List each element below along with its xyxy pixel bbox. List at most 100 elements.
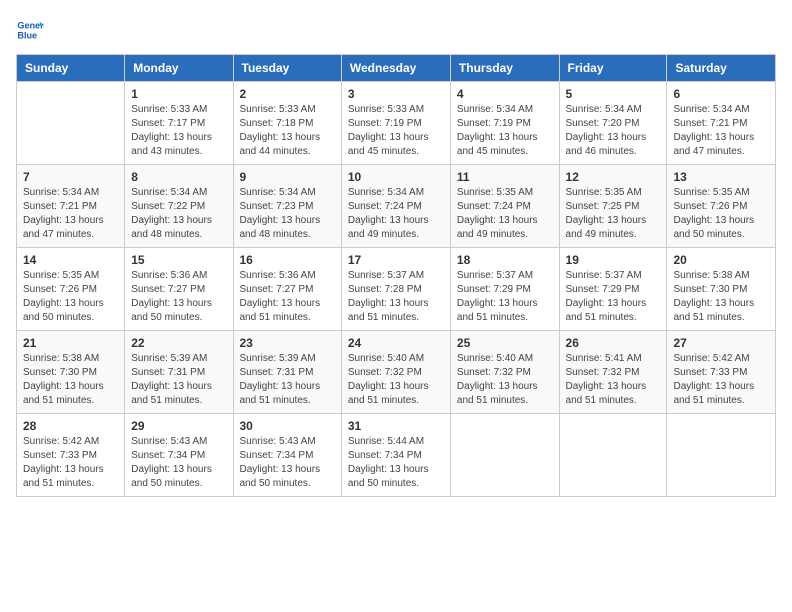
day-number: 17 [348, 253, 444, 267]
calendar-table: SundayMondayTuesdayWednesdayThursdayFrid… [16, 54, 776, 497]
calendar-cell: 14 Sunrise: 5:35 AM Sunset: 7:26 PM Dayli… [17, 248, 125, 331]
day-number: 26 [566, 336, 661, 350]
day-number: 7 [23, 170, 118, 184]
calendar-cell: 27Sunrise: 5:42 AM Sunset: 7:33 PM Dayli… [667, 331, 776, 414]
day-info: Sunrise: 5:43 AM Sunset: 7:34 PM Dayligh… [240, 435, 335, 491]
day-info: Sunrise: 5:34 AM Sunset: 7:21 PM Dayligh… [673, 103, 769, 159]
calendar-cell: 30 Sunrise: 5:43 AM Sunset: 7:34 PM Dayli… [233, 414, 341, 497]
day-number: 21 [23, 336, 118, 350]
calendar-cell: 31 Sunrise: 5:44 AM Sunset: 7:34 PM Dayli… [341, 414, 450, 497]
day-info: Sunrise: 5:34 AM Sunset: 7:19 PM Dayligh… [457, 103, 553, 159]
calendar-cell: 29 Sunrise: 5:43 AM Sunset: 7:34 PM Dayli… [125, 414, 233, 497]
calendar-cell: 4 Sunrise: 5:34 AM Sunset: 7:19 PM Daylig… [450, 82, 559, 165]
day-number: 2 [240, 87, 335, 101]
header-cell-saturday: Saturday [667, 55, 776, 82]
logo: General Blue [16, 16, 48, 44]
calendar-cell: 15 Sunrise: 5:36 AM Sunset: 7:27 PM Dayli… [125, 248, 233, 331]
calendar-cell: 28 Sunrise: 5:42 AM Sunset: 7:33 PM Dayli… [17, 414, 125, 497]
day-number: 8 [131, 170, 226, 184]
svg-text:Blue: Blue [17, 30, 37, 40]
calendar-cell: 12 Sunrise: 5:35 AM Sunset: 7:25 PM Dayli… [559, 165, 667, 248]
day-number: 29 [131, 419, 226, 433]
day-info: Sunrise: 5:33 AM Sunset: 7:17 PM Dayligh… [131, 103, 226, 159]
calendar-cell: 1 Sunrise: 5:33 AM Sunset: 7:17 PM Daylig… [125, 82, 233, 165]
header: General Blue [16, 16, 776, 44]
day-number: 20 [673, 253, 769, 267]
day-number: 9 [240, 170, 335, 184]
calendar-cell: 24Sunrise: 5:40 AM Sunset: 7:32 PM Dayli… [341, 331, 450, 414]
day-info: Sunrise: 5:36 AM Sunset: 7:27 PM Dayligh… [131, 269, 226, 325]
header-cell-monday: Monday [125, 55, 233, 82]
day-number: 23 [240, 336, 335, 350]
day-number: 30 [240, 419, 335, 433]
day-info: Sunrise: 5:38 AM Sunset: 7:30 PM Dayligh… [23, 352, 118, 408]
day-info: Sunrise: 5:39 AM Sunset: 7:31 PM Dayligh… [131, 352, 226, 408]
day-info: Sunrise: 5:33 AM Sunset: 7:18 PM Dayligh… [240, 103, 335, 159]
calendar-cell: 3 Sunrise: 5:33 AM Sunset: 7:19 PM Daylig… [341, 82, 450, 165]
day-info: Sunrise: 5:44 AM Sunset: 7:34 PM Dayligh… [348, 435, 444, 491]
day-info: Sunrise: 5:37 AM Sunset: 7:28 PM Dayligh… [348, 269, 444, 325]
day-info: Sunrise: 5:34 AM Sunset: 7:22 PM Dayligh… [131, 186, 226, 242]
calendar-cell: 23Sunrise: 5:39 AM Sunset: 7:31 PM Dayli… [233, 331, 341, 414]
day-info: Sunrise: 5:34 AM Sunset: 7:21 PM Dayligh… [23, 186, 118, 242]
day-number: 4 [457, 87, 553, 101]
day-info: Sunrise: 5:36 AM Sunset: 7:27 PM Dayligh… [240, 269, 335, 325]
calendar-cell [450, 414, 559, 497]
day-info: Sunrise: 5:42 AM Sunset: 7:33 PM Dayligh… [23, 435, 118, 491]
calendar-cell: 22 Sunrise: 5:39 AM Sunset: 7:31 PM Dayli… [125, 331, 233, 414]
day-number: 22 [131, 336, 226, 350]
day-info: Sunrise: 5:35 AM Sunset: 7:25 PM Dayligh… [566, 186, 661, 242]
day-info: Sunrise: 5:37 AM Sunset: 7:29 PM Dayligh… [566, 269, 661, 325]
calendar-cell: 25 Sunrise: 5:40 AM Sunset: 7:32 PM Dayli… [450, 331, 559, 414]
header-cell-sunday: Sunday [17, 55, 125, 82]
day-info: Sunrise: 5:35 AM Sunset: 7:26 PM Dayligh… [673, 186, 769, 242]
day-number: 25 [457, 336, 553, 350]
day-number: 28 [23, 419, 118, 433]
day-info: Sunrise: 5:34 AM Sunset: 7:20 PM Dayligh… [566, 103, 661, 159]
day-info: Sunrise: 5:38 AM Sunset: 7:30 PM Dayligh… [673, 269, 769, 325]
day-info: Sunrise: 5:33 AM Sunset: 7:19 PM Dayligh… [348, 103, 444, 159]
day-info: Sunrise: 5:41 AM Sunset: 7:32 PM Dayligh… [566, 352, 661, 408]
calendar-week-3: 21 Sunrise: 5:38 AM Sunset: 7:30 PM Dayli… [17, 331, 776, 414]
day-number: 15 [131, 253, 226, 267]
day-info: Sunrise: 5:34 AM Sunset: 7:24 PM Dayligh… [348, 186, 444, 242]
calendar-cell: 17 Sunrise: 5:37 AM Sunset: 7:28 PM Dayli… [341, 248, 450, 331]
day-number: 31 [348, 419, 444, 433]
day-number: 13 [673, 170, 769, 184]
day-number: 5 [566, 87, 661, 101]
calendar-cell [17, 82, 125, 165]
day-number: 1 [131, 87, 226, 101]
calendar-week-1: 7 Sunrise: 5:34 AM Sunset: 7:21 PM Daylig… [17, 165, 776, 248]
calendar-cell [559, 414, 667, 497]
day-info: Sunrise: 5:40 AM Sunset: 7:32 PM Dayligh… [348, 352, 444, 408]
day-number: 18 [457, 253, 553, 267]
day-info: Sunrise: 5:35 AM Sunset: 7:26 PM Dayligh… [23, 269, 118, 325]
calendar-cell: 10 Sunrise: 5:34 AM Sunset: 7:24 PM Dayli… [341, 165, 450, 248]
day-info: Sunrise: 5:43 AM Sunset: 7:34 PM Dayligh… [131, 435, 226, 491]
calendar-header-row: SundayMondayTuesdayWednesdayThursdayFrid… [17, 55, 776, 82]
day-number: 14 [23, 253, 118, 267]
day-info: Sunrise: 5:37 AM Sunset: 7:29 PM Dayligh… [457, 269, 553, 325]
calendar-cell: 20 Sunrise: 5:38 AM Sunset: 7:30 PM Dayli… [667, 248, 776, 331]
logo-icon: General Blue [16, 16, 44, 44]
calendar-week-2: 14 Sunrise: 5:35 AM Sunset: 7:26 PM Dayli… [17, 248, 776, 331]
header-cell-wednesday: Wednesday [341, 55, 450, 82]
day-info: Sunrise: 5:35 AM Sunset: 7:24 PM Dayligh… [457, 186, 553, 242]
header-cell-thursday: Thursday [450, 55, 559, 82]
day-number: 3 [348, 87, 444, 101]
header-cell-tuesday: Tuesday [233, 55, 341, 82]
day-info: Sunrise: 5:42 AM Sunset: 7:33 PM Dayligh… [673, 352, 769, 408]
calendar-cell: 19 Sunrise: 5:37 AM Sunset: 7:29 PM Dayli… [559, 248, 667, 331]
calendar-week-4: 28 Sunrise: 5:42 AM Sunset: 7:33 PM Dayli… [17, 414, 776, 497]
day-number: 12 [566, 170, 661, 184]
calendar-cell: 6Sunrise: 5:34 AM Sunset: 7:21 PM Daylig… [667, 82, 776, 165]
day-number: 10 [348, 170, 444, 184]
calendar-cell: 5 Sunrise: 5:34 AM Sunset: 7:20 PM Daylig… [559, 82, 667, 165]
calendar-cell: 13 Sunrise: 5:35 AM Sunset: 7:26 PM Dayli… [667, 165, 776, 248]
calendar-cell: 18 Sunrise: 5:37 AM Sunset: 7:29 PM Dayli… [450, 248, 559, 331]
header-cell-friday: Friday [559, 55, 667, 82]
day-info: Sunrise: 5:34 AM Sunset: 7:23 PM Dayligh… [240, 186, 335, 242]
day-number: 19 [566, 253, 661, 267]
calendar-cell: 8 Sunrise: 5:34 AM Sunset: 7:22 PM Daylig… [125, 165, 233, 248]
day-info: Sunrise: 5:40 AM Sunset: 7:32 PM Dayligh… [457, 352, 553, 408]
